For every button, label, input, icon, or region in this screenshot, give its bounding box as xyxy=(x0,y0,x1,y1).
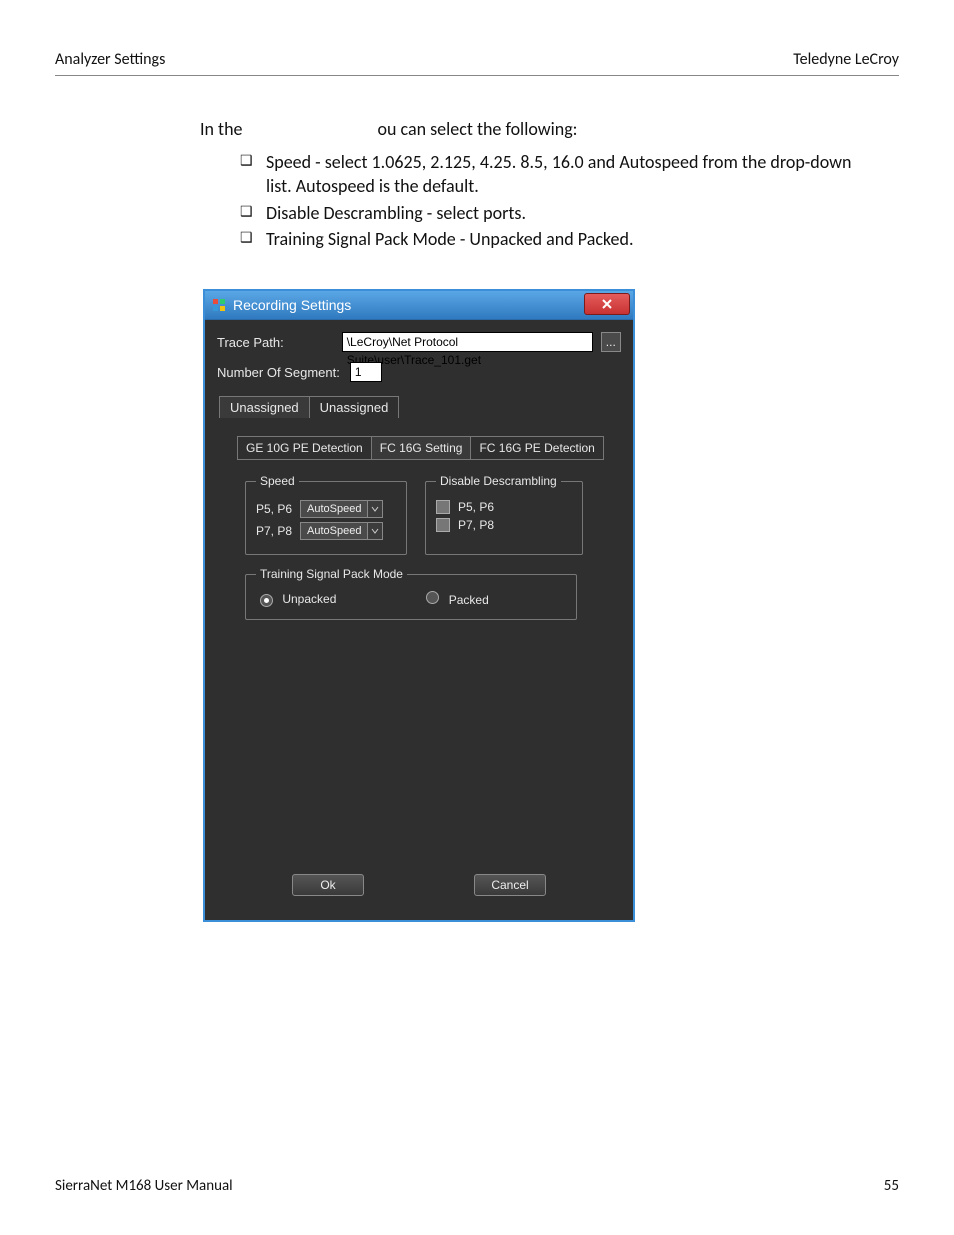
descramble-checkbox-2[interactable] xyxy=(436,518,450,532)
recording-settings-dialog: Recording Settings Trace Path: \LeCroy\N… xyxy=(203,289,635,922)
chevron-down-icon xyxy=(367,500,383,518)
speed-group: Speed P5, P6 AutoSpeed P7, P8 xyxy=(245,474,407,555)
descramble-legend: Disable Descrambling xyxy=(436,474,561,488)
speed-ports-label: P5, P6 xyxy=(256,502,292,516)
intro-line: In the ou can select the following: xyxy=(200,118,880,140)
num-segment-input[interactable]: 1 xyxy=(350,362,382,382)
speed-combo-2[interactable]: AutoSpeed xyxy=(300,522,383,540)
tab-unassigned-1[interactable]: Unassigned xyxy=(219,396,310,418)
browse-button[interactable]: ... xyxy=(601,332,621,352)
speed-legend: Speed xyxy=(256,474,299,488)
trace-path-label: Trace Path: xyxy=(217,335,284,350)
speed-ports-label: P7, P8 xyxy=(256,524,292,538)
descramble-ports-label: P5, P6 xyxy=(458,500,494,514)
footer-page-number: 55 xyxy=(884,1177,899,1195)
training-group: Training Signal Pack Mode Unpacked Packe… xyxy=(245,567,577,620)
intro-suffix: ou can select the following: xyxy=(378,118,578,140)
subtab-fc16g-setting[interactable]: FC 16G Setting xyxy=(371,436,472,460)
header-right: Teledyne LeCroy xyxy=(793,50,899,69)
dialog-title: Recording Settings xyxy=(233,297,351,313)
intro-prefix: In the xyxy=(200,118,243,140)
bullet-item: Training Signal Pack Mode - Unpacked and… xyxy=(240,227,880,251)
radio-label: Packed xyxy=(449,593,489,607)
radio-icon xyxy=(260,594,273,607)
speed-value-1: AutoSpeed xyxy=(300,500,367,518)
dialog-titlebar: Recording Settings xyxy=(205,291,633,320)
header-left: Analyzer Settings xyxy=(55,50,165,69)
app-icon xyxy=(211,297,227,313)
bullet-item: Disable Descrambling - select ports. xyxy=(240,201,880,225)
speed-value-2: AutoSpeed xyxy=(300,522,367,540)
descramble-ports-label: P7, P8 xyxy=(458,518,494,532)
close-icon xyxy=(601,299,613,309)
descramble-group: Disable Descrambling P5, P6 P7, P8 xyxy=(425,474,583,555)
radio-option-unpacked[interactable]: Unpacked xyxy=(260,592,336,607)
subtab-fc16g-pe[interactable]: FC 16G PE Detection xyxy=(470,436,603,460)
speed-combo-1[interactable]: AutoSpeed xyxy=(300,500,383,518)
num-segment-label: Number Of Segment: xyxy=(217,365,340,380)
close-button[interactable] xyxy=(584,293,630,315)
descramble-checkbox-1[interactable] xyxy=(436,500,450,514)
subtab-ge10g[interactable]: GE 10G PE Detection xyxy=(237,436,372,460)
radio-option-packed[interactable]: Packed xyxy=(426,591,488,607)
radio-icon xyxy=(426,591,439,604)
trace-path-input[interactable]: \LeCroy\Net Protocol Suite\user\Trace_10… xyxy=(342,332,593,352)
footer-left: SierraNet M168 User Manual xyxy=(55,1177,233,1195)
training-legend: Training Signal Pack Mode xyxy=(256,567,407,581)
ok-button[interactable]: Ok xyxy=(292,874,364,896)
cancel-button[interactable]: Cancel xyxy=(474,874,546,896)
tab-unassigned-2[interactable]: Unassigned xyxy=(309,396,400,418)
bullet-item: Speed - select 1.0625, 2.125, 4.25. 8.5,… xyxy=(240,150,880,199)
radio-label: Unpacked xyxy=(282,592,336,606)
chevron-down-icon xyxy=(367,522,383,540)
